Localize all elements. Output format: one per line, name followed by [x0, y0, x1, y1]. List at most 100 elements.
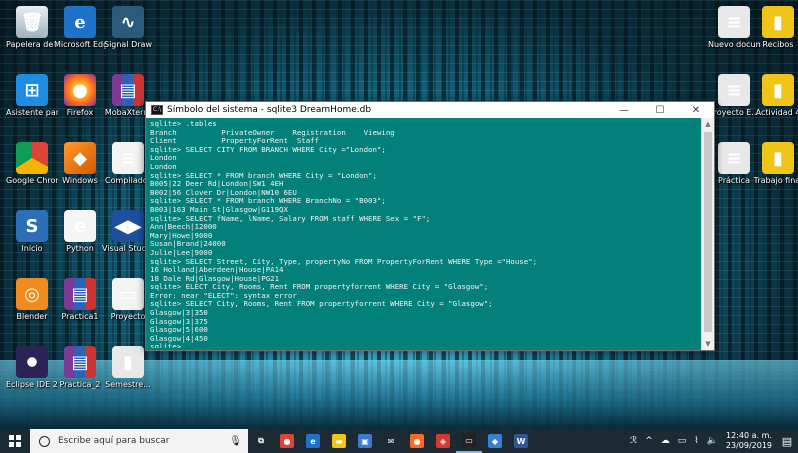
edge-icon-glyph: e	[306, 434, 320, 448]
store-icon[interactable]: ▣	[352, 429, 378, 453]
window-titlebar[interactable]: C:\ Símbolo del sistema - sqlite3 DreamH…	[146, 102, 714, 118]
store-icon-glyph: ▣	[358, 434, 372, 448]
app-icon: ∿	[112, 6, 144, 38]
word-icon-glyph: W	[514, 434, 528, 448]
desktop-icon-right-5[interactable]: ▮ Trabajo final	[752, 142, 798, 185]
app-icon: e	[64, 210, 96, 242]
chrome-icon[interactable]: ●	[274, 429, 300, 453]
app-icon: ▮	[762, 6, 794, 38]
word-icon[interactable]: W	[508, 429, 534, 453]
app-blue-icon[interactable]: ◆	[482, 429, 508, 453]
start-button[interactable]	[0, 429, 30, 453]
desktop-icon-label: Papelera de reciclaje	[6, 40, 58, 49]
edge-icon[interactable]: e	[300, 429, 326, 453]
file-explorer-icon-glyph: ▬	[332, 434, 346, 448]
desktop-icon-left-9[interactable]: S Inicio	[6, 210, 58, 253]
minimize-button[interactable]: —	[606, 102, 642, 118]
tray-icon-5[interactable]: 🔈	[707, 436, 718, 446]
clock-time: 12:40 a. m.	[725, 431, 772, 440]
desktop-icon-left-1[interactable]: e Microsoft Edge	[54, 6, 106, 49]
search-placeholder: Escribe aquí para buscar	[58, 436, 170, 446]
maximize-button[interactable]: ☐	[642, 102, 678, 118]
app-icon: e	[64, 6, 96, 38]
desktop-icon-left-7[interactable]: ◆ Windows	[54, 142, 106, 185]
desktop-icon-label: Blender	[16, 312, 48, 321]
firefox-icon[interactable]: ●	[404, 429, 430, 453]
app-red-icon-glyph: ◈	[436, 434, 450, 448]
vertical-scrollbar[interactable]: ▲ ▼	[701, 118, 714, 350]
firefox-icon-glyph: ●	[410, 434, 424, 448]
desktop-icon-left-13[interactable]: ▤ Practica1	[54, 278, 106, 321]
chrome-icon-glyph: ●	[280, 434, 294, 448]
mail-icon[interactable]: ✉	[378, 429, 404, 453]
command-prompt-window[interactable]: C:\ Símbolo del sistema - sqlite3 DreamH…	[145, 101, 715, 351]
notifications-icon[interactable]: ▤	[776, 429, 798, 453]
desktop-icon-label: Asistente para actuali...	[6, 108, 58, 117]
desktop-icon-label: Firefox	[66, 108, 94, 117]
app-icon: ▭	[112, 278, 144, 310]
app-icon: ◀▶	[112, 210, 144, 242]
desktop-icon-label: Recibos	[762, 40, 794, 49]
desktop-icon-label: Inicio	[21, 244, 43, 253]
desktop-icon-left-16[interactable]: ▤ Practica_2	[54, 346, 106, 389]
tray-icon-3[interactable]: ▭	[678, 436, 687, 446]
file-explorer-icon[interactable]: ▬	[326, 429, 352, 453]
desktop-icon-label: Actividad 4	[755, 108, 798, 117]
console-output[interactable]: sqlite> .tables Branch PrivateOwner Regi…	[150, 120, 700, 348]
app-icon: ≡	[718, 142, 750, 174]
app-icon: ▤	[112, 74, 144, 106]
desktop-icon-label: Python	[66, 244, 94, 253]
desktop-icon-left-0[interactable]: 🗑 Papelera de reciclaje	[6, 6, 58, 49]
scroll-thumb[interactable]	[704, 132, 712, 332]
taskbar-search-box[interactable]: Escribe aquí para buscar 🎙	[30, 429, 248, 453]
desktop-icon-left-4[interactable]: ● Firefox	[54, 74, 106, 117]
pinned-apps: ⧉ ● e ▬ ▣ ✉ ● ◈ ▭ ◆ W	[248, 429, 534, 453]
app-icon: 🗑	[16, 6, 48, 38]
app-icon: ●	[64, 74, 96, 106]
task-view-icon[interactable]: ⧉	[248, 429, 274, 453]
tray-icon-1[interactable]: ^	[645, 436, 653, 446]
desktop-icon-left-17[interactable]: ▮ Semestre...	[102, 346, 154, 389]
app-icon	[16, 346, 48, 378]
desktop-icon-left-2[interactable]: ∿ Signal Draw	[102, 6, 154, 49]
desktop-icon-label: Windows	[62, 176, 98, 185]
app-red-icon[interactable]: ◈	[430, 429, 456, 453]
app-icon: ◎	[16, 278, 48, 310]
clock[interactable]: 12:40 a. m. 23/09/2019	[726, 431, 772, 451]
windows-logo-icon	[9, 435, 21, 447]
desktop-icon-left-10[interactable]: e Python	[54, 210, 106, 253]
app-icon: ≡	[718, 6, 750, 38]
app-icon: ▤	[64, 278, 96, 310]
desktop-icon-label: Practica_2	[59, 380, 101, 389]
app-icon: ⊞	[16, 74, 48, 106]
desktop-icon-label: Microsoft Edge	[54, 40, 106, 49]
desktop-icon-label: Signal Draw	[103, 40, 152, 49]
desktop-icon-left-6[interactable]: Google Chrome	[6, 142, 58, 185]
console-app-icon: C:\	[151, 105, 163, 115]
taskbar: Escribe aquí para buscar 🎙 ⧉ ● e ▬ ▣ ✉ ● ◈ ▭ ◆ W ℛ…	[0, 429, 798, 453]
desktop-icon-left-15[interactable]: Eclipse IDE 2019-03	[6, 346, 58, 389]
app-icon: ▮	[762, 74, 794, 106]
tray-icon-2[interactable]: ☁	[661, 436, 670, 446]
tray-icon-4[interactable]: ⌇	[694, 436, 698, 446]
app-icon	[16, 142, 48, 174]
terminal-icon-glyph: ▭	[462, 433, 476, 447]
desktop-icon-right-3[interactable]: ▮ Actividad 4	[752, 74, 798, 117]
microphone-icon[interactable]: 🎙	[229, 436, 242, 447]
app-icon: ◆	[64, 142, 96, 174]
app-icon: ▤	[64, 346, 96, 378]
tray-icon-0[interactable]: ℛ	[630, 436, 637, 446]
terminal-icon[interactable]: ▭	[456, 429, 482, 453]
desktop-icon-label: Eclipse IDE 2019-03	[6, 380, 58, 389]
close-button[interactable]: ✕	[678, 102, 714, 118]
scroll-up-arrow-icon[interactable]: ▲	[702, 118, 714, 130]
app-blue-icon-glyph: ◆	[488, 434, 502, 448]
scroll-down-arrow-icon[interactable]: ▼	[702, 338, 714, 350]
desktop-icon-left-12[interactable]: ◎ Blender	[6, 278, 58, 321]
desktop-icon-left-3[interactable]: ⊞ Asistente para actuali...	[6, 74, 58, 117]
mail-icon-glyph: ✉	[387, 436, 395, 446]
desktop-icon-right-1[interactable]: ▮ Recibos	[752, 6, 798, 49]
system-tray: ℛ ^ ☁ ▭ ⌇ 🔈	[626, 429, 722, 453]
app-icon: S	[16, 210, 48, 242]
clock-date: 23/09/2019	[725, 441, 772, 450]
